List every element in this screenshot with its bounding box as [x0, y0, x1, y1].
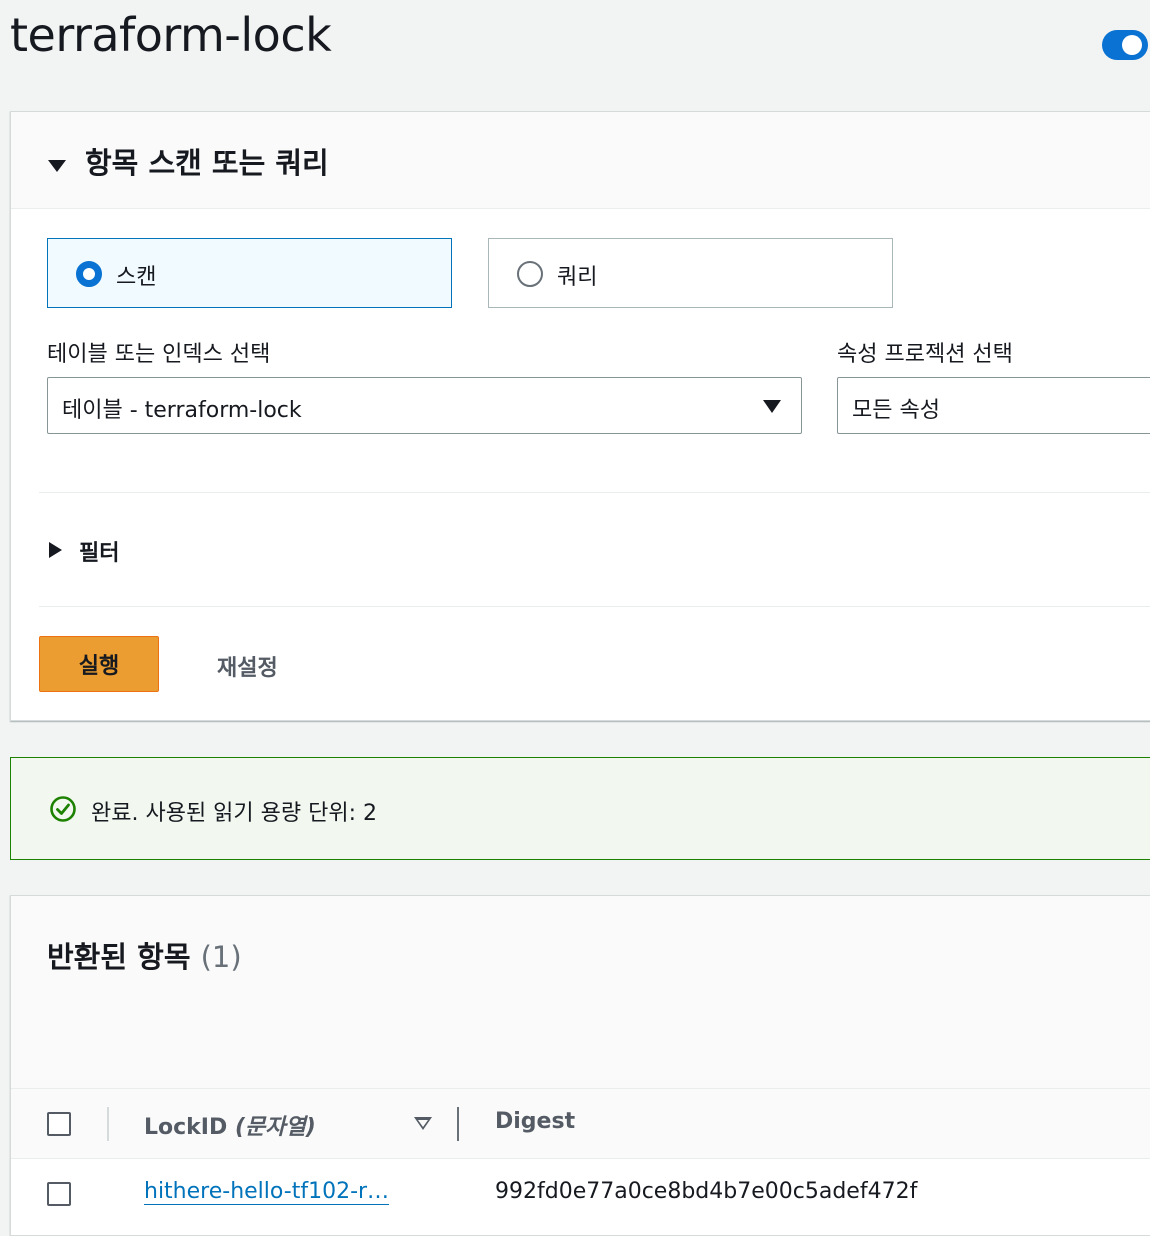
toggle-knob: [1122, 35, 1142, 55]
results-header: 반환된 항목 (1): [11, 896, 1150, 1089]
page: terraform-lock 항목 스캔 또는 쿼리 스캔 쿼리 테이블 또는 …: [0, 0, 1150, 1236]
alert-message: 완료. 사용된 읽기 용량 단위: 2: [91, 801, 378, 826]
column-header-digest[interactable]: Digest: [495, 1109, 575, 1134]
results-heading: 반환된 항목 (1): [47, 934, 242, 976]
success-alert: 완료. 사용된 읽기 용량 단위: 2: [10, 757, 1150, 860]
query-radio-tile[interactable]: 쿼리: [488, 238, 893, 308]
row-checkbox[interactable]: [47, 1182, 71, 1206]
table-select-value: 테이블 - terraform-lock: [62, 398, 302, 423]
scan-radio-tile[interactable]: 스캔: [47, 238, 452, 308]
table-select[interactable]: 테이블 - terraform-lock: [47, 377, 802, 434]
results-heading-label: 반환된 항목: [47, 940, 191, 974]
caret-right-icon[interactable]: [49, 542, 62, 558]
column-separator: [107, 1107, 109, 1141]
column-resize-handle[interactable]: [457, 1107, 459, 1141]
table-header-row: LockID (문자열) Digest: [11, 1089, 1150, 1159]
digest-cell: 992fd0e77a0ce8bd4b7e00c5adef472f: [495, 1179, 918, 1204]
radio-selected-icon[interactable]: [76, 261, 102, 287]
run-button[interactable]: 실행: [39, 636, 159, 692]
radio-unselected-icon[interactable]: [517, 261, 543, 287]
divider: [39, 492, 1150, 493]
results-count: (1): [200, 940, 242, 974]
scan-query-panel-header[interactable]: 항목 스캔 또는 쿼리: [11, 112, 1150, 209]
dropdown-caret-icon: [763, 400, 781, 413]
column-header-lockid[interactable]: LockID (문자열): [144, 1109, 316, 1141]
check-circle-icon: [50, 796, 76, 822]
filter-toggle[interactable]: 필터: [79, 535, 119, 567]
scan-radio-label: 스캔: [116, 265, 157, 290]
lockid-header-name: LockID: [144, 1115, 228, 1140]
projection-select-value: 모든 속성: [852, 398, 940, 423]
results-panel: 반환된 항목 (1) LockID (문자열) Digest hithere-h…: [10, 895, 1150, 1236]
table-select-label: 테이블 또는 인덱스 선택: [47, 342, 271, 367]
divider: [39, 606, 1150, 607]
reset-button[interactable]: 재설정: [217, 650, 278, 682]
caret-down-icon[interactable]: [48, 160, 66, 172]
scan-query-panel: 항목 스캔 또는 쿼리 스캔 쿼리 테이블 또는 인덱스 선택 테이블 - te…: [10, 111, 1150, 721]
page-title: terraform-lock: [10, 8, 332, 62]
lockid-header-type: (문자열): [234, 1115, 316, 1140]
lockid-link[interactable]: hithere-hello-tf102-r…: [144, 1179, 390, 1205]
toggle-switch[interactable]: [1102, 30, 1148, 60]
select-all-checkbox[interactable]: [47, 1112, 71, 1136]
projection-select[interactable]: 모든 속성: [837, 377, 1150, 434]
query-radio-label: 쿼리: [557, 265, 598, 290]
projection-select-label: 속성 프로젝션 선택: [837, 342, 1013, 367]
table-row[interactable]: hithere-hello-tf102-r… 992fd0e77a0ce8bd4…: [11, 1159, 1150, 1229]
panel-heading: 항목 스캔 또는 쿼리: [85, 146, 329, 180]
sort-descending-icon[interactable]: [414, 1117, 432, 1130]
